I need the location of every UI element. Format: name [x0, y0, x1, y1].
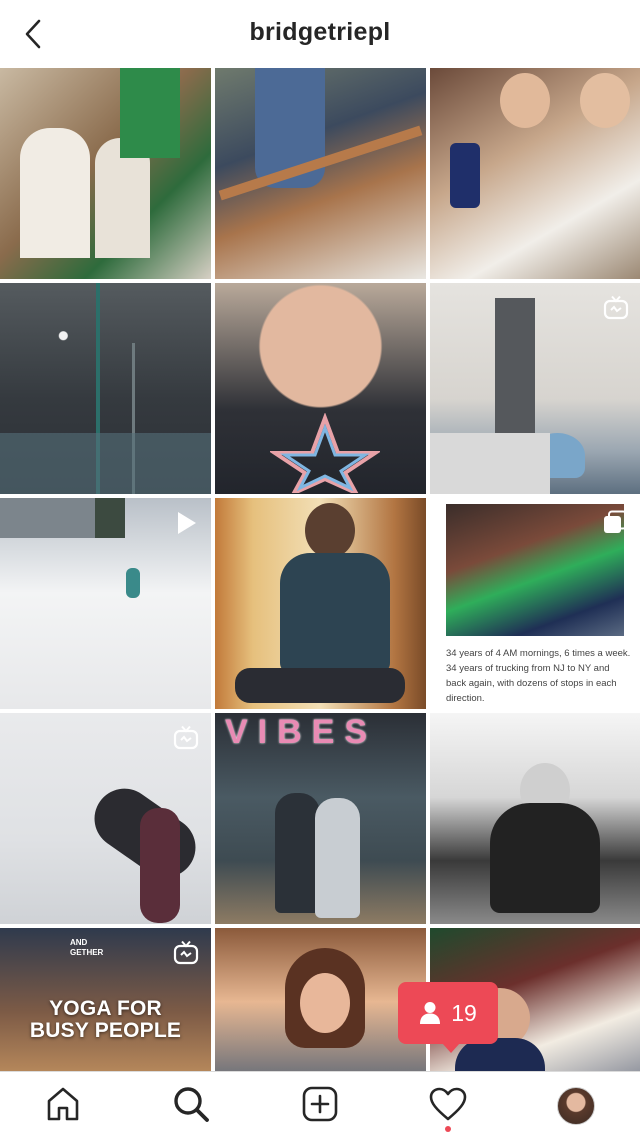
- video-title-overlay: YOGA FOR BUSY PEOPLE: [29, 997, 182, 1042]
- grid-post-2[interactable]: [215, 68, 426, 279]
- grid-post-14[interactable]: [215, 928, 426, 1071]
- carousel-cover-photo: [446, 504, 624, 636]
- grid-post-7[interactable]: [0, 498, 211, 709]
- grid-post-9[interactable]: 34 years of 4 AM mornings, 6 times a wee…: [430, 498, 640, 709]
- nav-home[interactable]: [43, 1084, 83, 1124]
- grid-post-1[interactable]: [0, 68, 211, 279]
- notification-dot: [445, 1126, 451, 1132]
- post-caption-text: 34 years of 4 AM mornings, 6 times a wee…: [446, 648, 631, 704]
- play-icon: [178, 512, 196, 534]
- activity-notification-popup[interactable]: 19: [398, 982, 498, 1053]
- profile-avatar[interactable]: [557, 1087, 595, 1125]
- grid-post-13[interactable]: AND GETHER YOGA FOR BUSY PEOPLE: [0, 928, 211, 1071]
- post-grid: 34 years of 4 AM mornings, 6 times a wee…: [0, 68, 640, 1071]
- search-icon: [174, 1087, 209, 1122]
- shirt-text: AND GETHER: [70, 938, 104, 957]
- grid-post-11[interactable]: VIBES: [215, 713, 426, 924]
- grid-post-8[interactable]: [215, 498, 426, 709]
- nav-new-post[interactable]: [300, 1084, 340, 1124]
- grid-post-3[interactable]: [430, 68, 640, 279]
- new-post-icon: [302, 1086, 338, 1122]
- grid-post-12[interactable]: [430, 713, 640, 924]
- balloon-sign: VIBES: [225, 713, 378, 751]
- bottom-nav: [0, 1071, 640, 1138]
- grid-post-4[interactable]: [0, 283, 211, 494]
- nav-search[interactable]: [171, 1084, 211, 1124]
- top-bar: bridgetriepl: [0, 0, 640, 68]
- grid-post-10[interactable]: [0, 713, 211, 924]
- grid-post-5[interactable]: [215, 283, 426, 494]
- nav-activity[interactable]: [428, 1084, 468, 1124]
- grid-post-6[interactable]: [430, 283, 640, 494]
- igtv-icon: [173, 725, 199, 750]
- home-icon: [47, 1087, 79, 1121]
- igtv-icon: [173, 940, 199, 965]
- heart-icon: [429, 1087, 467, 1121]
- person-icon: [420, 1002, 441, 1024]
- igtv-icon: [603, 295, 629, 320]
- follower-count: 19: [451, 999, 477, 1026]
- carousel-icon: [604, 510, 627, 533]
- profile-username-title: bridgetriepl: [249, 18, 391, 46]
- star-graphic: [270, 413, 380, 493]
